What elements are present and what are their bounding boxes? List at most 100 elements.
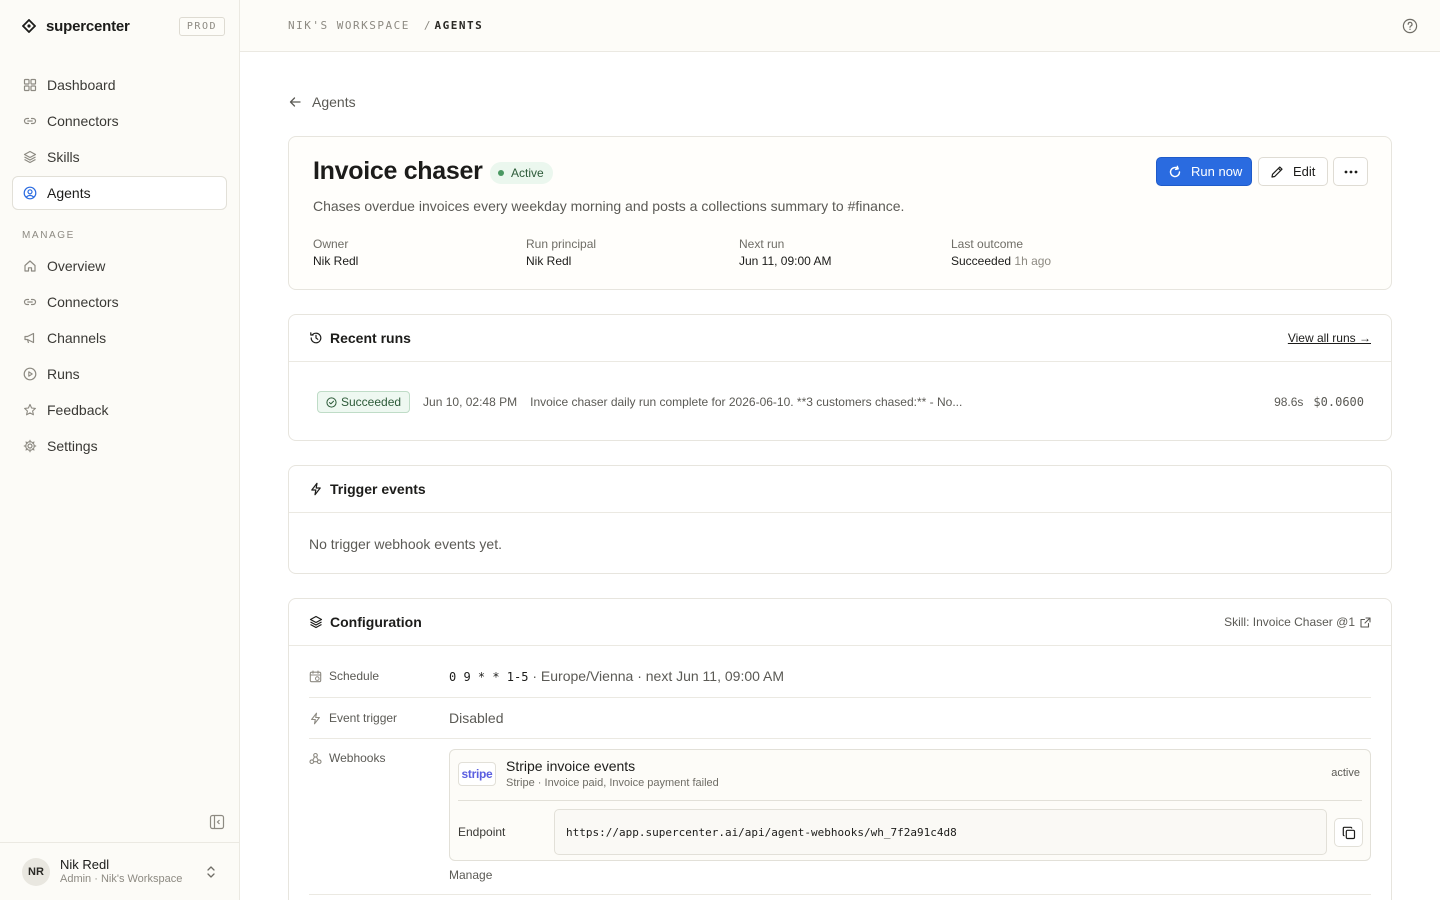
recent-runs-card: Recent runs View all runs → Succeeded Ju…	[288, 314, 1392, 441]
status-badge: Active	[490, 162, 553, 184]
trigger-events-empty: No trigger webhook events yet.	[309, 536, 502, 552]
sidebar-item-label: Skills	[47, 149, 80, 165]
schedule-label-text: Schedule	[329, 669, 380, 683]
sidebar-item-label: Settings	[47, 438, 98, 454]
endpoint-label: Endpoint	[458, 825, 506, 839]
calendar-clock-icon	[309, 669, 322, 682]
config-row-event-trigger: Event trigger Disabled	[309, 698, 1371, 739]
sidebar-nav: Dashboard Connectors Skills Agents MANAG…	[0, 52, 239, 463]
breadcrumb-workspace[interactable]: NIK'S WORKSPACE	[288, 19, 410, 32]
breadcrumb: NIK'S WORKSPACE / AGENTS	[288, 19, 483, 32]
meta-next-run: Next run Jun 11, 09:00 AM	[739, 236, 832, 270]
run-status-badge: Succeeded	[317, 391, 411, 413]
environment-badge: PROD	[178, 16, 225, 36]
sidebar-item-label: Agents	[47, 185, 91, 201]
endpoint-url-field[interactable]: https://app.supercenter.ai/api/agent-web…	[554, 809, 1327, 855]
sidebar-item-dashboard[interactable]: Dashboard	[12, 68, 227, 102]
sidebar-item-connectors[interactable]: Connectors	[12, 104, 227, 138]
diamond-logo-icon	[22, 19, 36, 33]
event-trigger-label-text: Event trigger	[329, 711, 398, 725]
collapse-sidebar-icon[interactable]	[209, 814, 225, 830]
sidebar-item-agents[interactable]: Agents	[12, 176, 227, 210]
user-name: Nik Redl	[60, 857, 110, 872]
meta-value: Nik Redl	[313, 254, 359, 268]
user-circle-icon	[23, 186, 37, 200]
link-icon	[23, 298, 37, 306]
meta-owner: Owner Nik Redl	[313, 236, 358, 270]
copy-endpoint-button[interactable]	[1334, 818, 1363, 847]
chevron-up-down-icon	[205, 865, 217, 879]
check-circle-icon	[326, 396, 337, 408]
schedule-cron: 0 9 * * 1-5	[449, 670, 529, 684]
meta-last-outcome: Last outcome Succeeded 1h ago	[951, 236, 1051, 270]
table-row[interactable]: Succeeded Jun 10, 02:48 PM Invoice chase…	[317, 391, 1364, 413]
more-actions-button[interactable]	[1333, 157, 1368, 186]
configuration-header: Configuration Skill: Invoice Chaser @1	[289, 599, 1391, 646]
agent-header-card: Invoice chaser Active Chases overdue inv…	[288, 136, 1392, 290]
meta-label: Run principal	[526, 237, 597, 251]
run-message: Invoice chaser daily run complete for 20…	[530, 395, 963, 409]
sidebar-item-settings[interactable]: Settings	[12, 429, 227, 463]
user-info: Nik Redl Admin · Nik's Workspace	[60, 857, 182, 886]
webhooks-label-text: Webhooks	[329, 751, 386, 765]
skill-link-label: Skill: Invoice Chaser @1	[1224, 615, 1355, 629]
edit-label: Edit	[1293, 164, 1316, 179]
schedule-value: 0 9 * * 1-5 · Europe/Vienna · next Jun 1…	[449, 668, 784, 684]
status-dot	[498, 170, 504, 176]
arrow-left-icon	[289, 97, 301, 107]
view-all-runs-link[interactable]: View all runs →	[1288, 331, 1371, 345]
sidebar-item-overview[interactable]: Overview	[12, 249, 227, 283]
edit-button[interactable]: Edit	[1258, 157, 1328, 186]
breadcrumb-separator: /	[423, 19, 431, 32]
webhook-subtitle: Stripe · Invoice paid, Invoice payment f…	[506, 777, 719, 789]
sidebar-item-feedback[interactable]: Feedback	[12, 393, 227, 427]
configuration-card: Configuration Skill: Invoice Chaser @1 S…	[288, 598, 1392, 900]
back-to-agents-link[interactable]: Agents	[288, 94, 356, 110]
help-icon[interactable]	[1402, 18, 1418, 34]
meta-label: Last outcome	[951, 237, 1024, 251]
schedule-label: Schedule	[309, 669, 379, 683]
history-icon	[310, 332, 322, 344]
sidebar-item-manage-connectors[interactable]: Connectors	[12, 285, 227, 319]
run-duration: 98.6s	[1274, 395, 1304, 409]
more-horizontal-icon	[1344, 170, 1357, 173]
sidebar-item-label: Runs	[47, 366, 80, 382]
sidebar-item-label: Connectors	[47, 294, 119, 310]
meta-run-principal: Run principal Nik Redl	[526, 236, 596, 270]
event-trigger-value: Disabled	[449, 710, 504, 726]
external-link-icon	[1360, 616, 1371, 628]
meta-value: Nik Redl	[526, 254, 572, 268]
manage-webhooks-link[interactable]: Manage	[449, 868, 492, 882]
sidebar: supercenter PROD Dashboard Connectors Sk…	[0, 0, 240, 900]
schedule-detail: · Europe/Vienna · next Jun 11, 09:00 AM	[532, 668, 785, 684]
agent-description: Chases overdue invoices every weekday mo…	[313, 198, 905, 214]
recent-runs-header: Recent runs View all runs →	[289, 315, 1391, 362]
trigger-events-header: Trigger events	[289, 466, 1391, 513]
trigger-events-title: Trigger events	[330, 481, 426, 497]
sidebar-item-skills[interactable]: Skills	[12, 140, 227, 174]
play-circle-icon	[23, 367, 37, 381]
back-link-label: Agents	[312, 94, 356, 110]
bolt-icon	[311, 482, 321, 496]
breadcrumb-current: AGENTS	[434, 19, 484, 32]
megaphone-icon	[24, 332, 35, 344]
sidebar-item-runs[interactable]: Runs	[12, 357, 227, 391]
brand: supercenter PROD	[0, 0, 239, 52]
refresh-icon	[1169, 165, 1181, 177]
run-now-label: Run now	[1191, 164, 1243, 179]
webhook-divider	[458, 800, 1362, 801]
webhooks-label: Webhooks	[309, 751, 385, 765]
sidebar-item-label: Overview	[47, 258, 106, 274]
sidebar-item-channels[interactable]: Channels	[12, 321, 227, 355]
topbar: NIK'S WORKSPACE / AGENTS	[240, 0, 1440, 52]
stripe-logo: stripe	[458, 762, 496, 786]
last-outcome-value: Succeeded	[951, 254, 1012, 268]
user-menu[interactable]: NR Nik Redl Admin · Nik's Workspace	[0, 842, 239, 900]
pencil-icon	[1271, 165, 1283, 178]
user-role: Admin · Nik's Workspace	[60, 873, 183, 885]
run-now-button[interactable]: Run now	[1156, 157, 1252, 186]
skill-link[interactable]: Skill: Invoice Chaser @1	[1224, 615, 1371, 629]
status-label: Active	[511, 166, 544, 180]
sidebar-section-manage: MANAGE	[22, 230, 75, 241]
config-row-schedule: Schedule 0 9 * * 1-5 · Europe/Vienna · n…	[309, 657, 1371, 698]
